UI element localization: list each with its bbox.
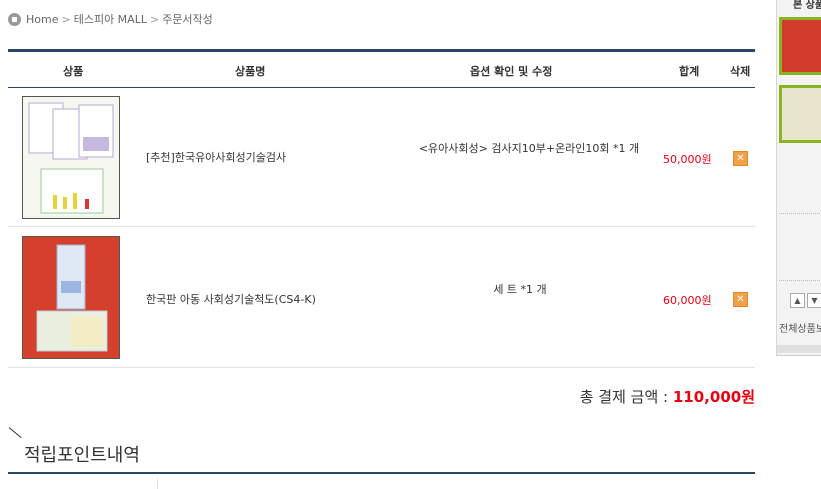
total-amount: 110,000원: [672, 388, 755, 406]
product-name[interactable]: [추천]한국유아사회성기술검사: [146, 149, 286, 165]
header-option: 옵션 확인 및 수정: [470, 65, 553, 78]
delete-icon[interactable]: ✕: [733, 151, 748, 166]
total-payment: 총 결제 금액 : 110,000원: [580, 386, 755, 407]
header-product: 상품: [63, 65, 84, 78]
breadcrumb: Home > 테스피아 MALL > 주문서작성: [8, 10, 213, 28]
breadcrumb-current: 주문서작성: [162, 13, 213, 26]
header-delete: 삭제: [730, 65, 751, 78]
table-row: 한국판 아동 사회성기술척도(CS4-K) 세 트 *1 개 60,000원 ✕: [8, 227, 755, 368]
breadcrumb-separator: >: [61, 12, 71, 26]
recent-product-thumbnail[interactable]: [779, 17, 821, 75]
product-price: 60,000원: [663, 294, 712, 307]
product-image: [23, 237, 119, 358]
section-divider: [8, 472, 755, 474]
cart-table-header: 상품 상품명 옵션 확인 및 수정 합계 삭제: [8, 49, 755, 88]
product-image: [23, 97, 119, 218]
product-price: 50,000원: [663, 153, 712, 166]
divider: [779, 213, 821, 214]
divider: [779, 280, 821, 281]
breadcrumb-mall[interactable]: 테스피아 MALL: [74, 11, 147, 27]
product-thumbnail[interactable]: [22, 96, 120, 219]
breadcrumb-separator: >: [149, 12, 160, 26]
total-label: 총 결제 금액 :: [579, 388, 669, 406]
breadcrumb-home[interactable]: Home: [26, 13, 58, 26]
all-products-link[interactable]: 전체상품보: [779, 320, 821, 335]
product-option: 세 트 *1 개: [493, 283, 547, 296]
table-row: [추천]한국유아사회성기술검사 <유아사회성> 검사지10부+온라인10회 *1…: [8, 85, 755, 227]
header-name: 상품명: [235, 65, 266, 78]
header-total: 합계: [679, 65, 700, 78]
recently-viewed-panel: 본 상품 ▲ ▼ 전체상품보: [776, 0, 821, 356]
horizontal-scrollbar[interactable]: [777, 345, 821, 353]
panel-title: 본 상품: [793, 0, 821, 11]
home-icon: [8, 12, 21, 26]
delete-icon[interactable]: ✕: [733, 292, 748, 307]
product-option: <유아사회성> 검사지10부+온라인10회 *1 개: [418, 142, 640, 155]
chevron-up-icon[interactable]: ▲: [790, 293, 805, 308]
product-thumbnail[interactable]: [22, 236, 120, 359]
points-section-title: 적립포인트내역: [24, 445, 140, 466]
product-name[interactable]: 한국판 아동 사회성기술척도(CS4-K): [146, 291, 316, 307]
chevron-down-icon[interactable]: ▼: [807, 293, 821, 308]
table-divider: [157, 479, 158, 489]
recent-product-thumbnail[interactable]: [779, 85, 821, 143]
section-decoration: [8, 427, 22, 439]
